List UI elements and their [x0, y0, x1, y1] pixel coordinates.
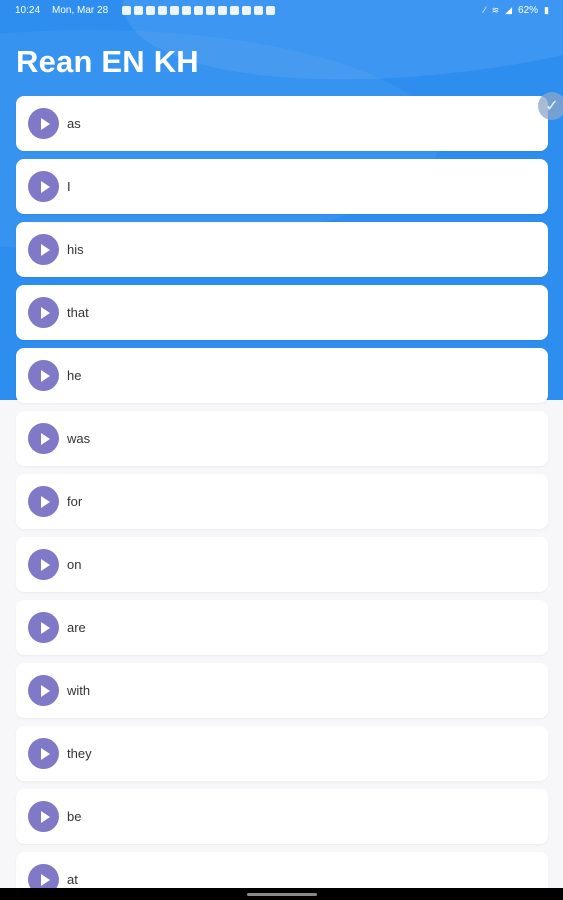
list-item[interactable]: be [16, 789, 548, 844]
facebook-icon [158, 5, 168, 15]
x-icon [206, 5, 216, 15]
status-bar: 10:24 Mon, Mar 28 ⁄ ≋ ◢ 62% ▮ [0, 0, 563, 20]
list-item[interactable]: for [16, 474, 548, 529]
play-button[interactable] [28, 801, 59, 832]
signal-icon: ◢ [505, 5, 513, 15]
home-gesture-handle[interactable] [246, 892, 317, 896]
play-button[interactable] [28, 549, 59, 580]
play-button[interactable] [28, 675, 59, 706]
word-label: was [67, 431, 91, 446]
image-icon [230, 5, 240, 15]
play-button[interactable] [28, 171, 59, 202]
word-label: be [67, 809, 82, 824]
mail-icon [218, 5, 228, 15]
word-label: for [67, 494, 83, 509]
list-item[interactable]: on [16, 537, 548, 592]
word-label: with [67, 683, 91, 698]
word-label: that [67, 305, 89, 320]
battery-icon: ▮ [544, 5, 549, 15]
word-list: as Ihis that he was for on are with they be at [16, 96, 548, 900]
list-item[interactable]: as [16, 96, 548, 151]
play-icon [40, 369, 50, 382]
battery-level: 62% [518, 4, 539, 16]
play-button[interactable] [28, 486, 59, 517]
play-icon [40, 747, 50, 760]
play-button[interactable] [28, 297, 59, 328]
status-time: 10:24 [15, 4, 41, 16]
play-icon [40, 873, 50, 886]
play-button[interactable] [28, 234, 59, 265]
word-label: he [67, 368, 82, 383]
play-icon [40, 558, 50, 571]
play-icon [40, 117, 50, 130]
list-item[interactable]: his [16, 222, 548, 277]
list-item[interactable]: that [16, 285, 548, 340]
navigation-bar [0, 888, 563, 900]
status-left: 10:24 Mon, Mar 28 [15, 4, 276, 16]
word-label: as [67, 116, 81, 131]
play-icon [40, 180, 50, 193]
list-item[interactable]: I [16, 159, 548, 214]
wifi-icon: ≋ [491, 5, 500, 15]
mail-icon [194, 5, 204, 15]
play-icon [40, 432, 50, 445]
play-icon [40, 306, 50, 319]
list-item[interactable]: was [16, 411, 548, 466]
facebook-icon [146, 5, 156, 15]
play-button[interactable] [28, 612, 59, 643]
word-label: on [67, 557, 82, 572]
play-icon [40, 621, 50, 634]
list-item[interactable]: with [16, 663, 548, 718]
play-icon [40, 684, 50, 697]
play-icon [40, 495, 50, 508]
play-button[interactable] [28, 423, 59, 454]
minus-circle-icon [122, 5, 132, 15]
cloud-icon [266, 5, 276, 15]
circle-icon [242, 5, 252, 15]
notification-icons [122, 5, 276, 15]
word-label: at [67, 872, 78, 887]
youtube-icon [182, 5, 192, 15]
word-label: they [67, 746, 92, 761]
word-label: his [67, 242, 84, 257]
list-item[interactable]: are [16, 600, 548, 655]
play-button[interactable] [28, 360, 59, 391]
play-icon [40, 243, 50, 256]
facebook-icon [134, 5, 144, 15]
play-button[interactable] [28, 738, 59, 769]
word-label: I [67, 179, 71, 194]
status-date: Mon, Mar 28 [52, 4, 109, 16]
download-icon [170, 5, 180, 15]
list-item[interactable]: he [16, 348, 548, 403]
page-title: Rean EN KH [16, 44, 199, 79]
play-icon [40, 810, 50, 823]
list-item[interactable]: they [16, 726, 548, 781]
check-icon[interactable]: ✓ [538, 92, 563, 120]
word-label: are [67, 620, 86, 635]
puzzle-icon [254, 5, 264, 15]
bluetooth-icon: ⁄ [484, 5, 486, 15]
status-right: ⁄ ≋ ◢ 62% ▮ [484, 5, 549, 16]
play-button[interactable] [28, 108, 59, 139]
